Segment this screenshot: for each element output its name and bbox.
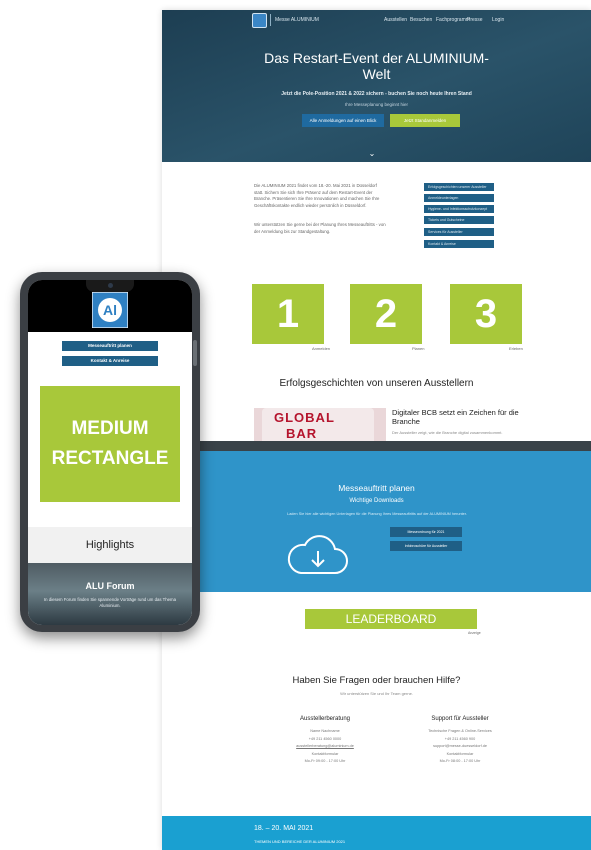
side-button-label: Erfolgsgeschichten unserer Aussteller [428, 184, 487, 189]
contact-form-link[interactable]: Kontaktformular [270, 751, 380, 759]
footer-topics[interactable]: THEMEN UND BEREICHE DER ALUMINIUM 2021 [254, 839, 345, 844]
ad-line-2: RECTANGLE [51, 448, 169, 469]
plan-text: Laden Sie hier alle wichtigen Unterlagen… [287, 512, 467, 516]
contact-line: +49 211 4560 900 [444, 736, 476, 741]
step-tile-2[interactable]: 2 [350, 284, 422, 344]
contact-line: Technische Fragen & Online-Services [428, 729, 492, 733]
contact-line: +49 211 4560 0000 [308, 736, 342, 741]
highlights-title: Highlights [85, 539, 135, 551]
leaderboard-ad[interactable]: LEADERBOARD [305, 609, 477, 629]
svg-text:Al: Al [103, 302, 117, 318]
nav-brand[interactable]: Messe ALUMINIUM [275, 17, 319, 23]
hero-section: Messe ALUMINIUM Ausstellen Besuchen Fach… [162, 10, 591, 162]
step-tile-1[interactable]: 1 [252, 284, 324, 344]
story-text: Der Aussteller zeigt, wie die Branche di… [392, 430, 503, 435]
side-button-contact[interactable]: Kontakt & Anreise [424, 240, 494, 248]
intro-paragraph-1: Die ALUMINIUM 2021 findet vom 18.-20. Ma… [254, 183, 380, 208]
event-date: 18. – 20. MAI 2021 [254, 825, 314, 832]
phone-contact-button[interactable]: Kontakt & Anreise [62, 356, 158, 366]
download-button-2[interactable]: Infobroschüre für Aussteller [390, 541, 462, 551]
all-registrations-button[interactable]: Alle Anmeldungen auf einen Blick [302, 114, 384, 127]
highlights-band: Highlights [28, 527, 192, 563]
nav-item-ausstellen[interactable]: Ausstellen [384, 17, 407, 23]
success-stories-title: Erfolgsgeschichten von unseren Ausstelle… [279, 378, 474, 389]
side-button-label: Services für Aussteller [428, 229, 463, 234]
contact-line: Name Nachname [310, 729, 340, 733]
contact-email-link[interactable]: ausstellerberatung@aluminium.de [270, 743, 380, 751]
side-button-tickets[interactable]: Tickets und Gutscheine [424, 216, 494, 224]
cloud-download-icon[interactable] [287, 533, 349, 577]
alu-forum-card[interactable]: ALU Forum In diesem Forum finden Sie spa… [28, 563, 192, 625]
phone-screen: Al Messeauftritt planen Kontakt & Anreis… [28, 280, 192, 625]
side-button-services[interactable]: Services für Aussteller [424, 228, 494, 236]
side-button-hygiene[interactable]: Hygiene- und Infektionsschutzkonzept [424, 205, 494, 213]
step-caption-1: Anmelden [312, 346, 331, 351]
download-button-1[interactable]: Messeordnung für 2021 [390, 527, 462, 537]
exhibitor-support-contact: Technische Fragen & Online-Services +49 … [400, 728, 520, 766]
register-stand-button[interactable]: Jetzt Standanmelden [390, 114, 460, 127]
aluminium-logo-icon[interactable]: Al [92, 292, 128, 328]
contact-email-link[interactable]: support@messe-duesseldorf.de [400, 743, 520, 751]
nav-item-presse[interactable]: Presse [467, 17, 483, 23]
exhibitor-advice-heading: Ausstellerberatung [299, 716, 351, 722]
nav-item-besuchen[interactable]: Besuchen [410, 17, 432, 23]
footer-band: 18. – 20. MAI 2021 THEMEN UND BEREICHE D… [162, 816, 591, 850]
help-title: Haben Sie Fragen oder brauchen Hilfe? [292, 675, 461, 686]
desktop-page: Messe ALUMINIUM Ausstellen Besuchen Fach… [162, 10, 591, 850]
hero-subtitle: Jetzt die Pole-Position 2021 & 2022 sich… [281, 91, 472, 97]
alu-forum-text: In diesem Forum finden Sie spannende Vor… [43, 597, 176, 608]
nav-item-fachprogramm[interactable]: Fachprogramm [436, 17, 470, 23]
medium-rectangle-ad[interactable]: MEDIUM RECTANGLE [40, 386, 180, 502]
exhibitor-support-heading: Support für Aussteller [431, 716, 489, 722]
contact-line: Mo-Fr 09:00 - 17:00 Uhr [304, 759, 346, 763]
intro-paragraph-2: Wir unterstützen Sie gerne bei der Planu… [254, 222, 386, 234]
nav-item-login[interactable]: Login [492, 17, 504, 23]
plan-title: Messeauftritt planen [338, 483, 415, 493]
story-image-text-2: BAR [286, 426, 318, 441]
help-subtitle: Wir unterstützen Sie und Ihr Team gerne. [340, 691, 413, 696]
chevron-down-icon[interactable]: ⌄ [368, 150, 376, 158]
side-button-success-stories[interactable]: Erfolgsgeschichten unserer Aussteller [424, 183, 494, 191]
phone-plan-button[interactable]: Messeauftritt planen [62, 341, 158, 351]
nav-divider [270, 14, 271, 26]
hero-small-text: Ihre Messeplanung beginnt hier [344, 102, 409, 107]
section-divider [162, 441, 591, 451]
plan-section: Messeauftritt planen Wichtige Downloads … [162, 451, 591, 592]
step-caption-2: Planen [412, 346, 425, 351]
side-button-label: Hygiene- und Infektionsschutzkonzept [428, 206, 488, 211]
alu-forum-title: ALU Forum [85, 581, 135, 591]
step-tile-3[interactable]: 3 [450, 284, 522, 344]
side-button-label: Tickets und Gutscheine [428, 217, 465, 222]
side-button-documents[interactable]: Anmeldeunterlagen [424, 194, 494, 202]
step-caption-3: Erleben [509, 346, 523, 351]
phone-side-button [193, 340, 197, 366]
side-button-label: Anmeldeunterlagen [428, 195, 459, 200]
exhibitor-advice-contact: Name Nachname +49 211 4560 0000 ausstell… [270, 728, 380, 766]
hero-title: Das Restart-Event der ALUMINIUM-Welt [264, 50, 489, 82]
plan-subtitle: Wichtige Downloads [349, 498, 404, 504]
ad-caption: Anzeige [468, 631, 481, 635]
side-button-label: Kontakt & Anreise [428, 241, 456, 246]
ad-line-1: MEDIUM [71, 418, 149, 439]
logo-icon[interactable] [252, 13, 267, 28]
story-image-text-1: GLOBAL [274, 410, 335, 425]
contact-form-link[interactable]: Kontaktformular [400, 751, 520, 759]
contact-line: Mo-Fr 08:00 - 17:00 Uhr [439, 759, 481, 763]
story-title[interactable]: Digitaler BCB setzt ein Zeichen für die … [392, 408, 532, 426]
